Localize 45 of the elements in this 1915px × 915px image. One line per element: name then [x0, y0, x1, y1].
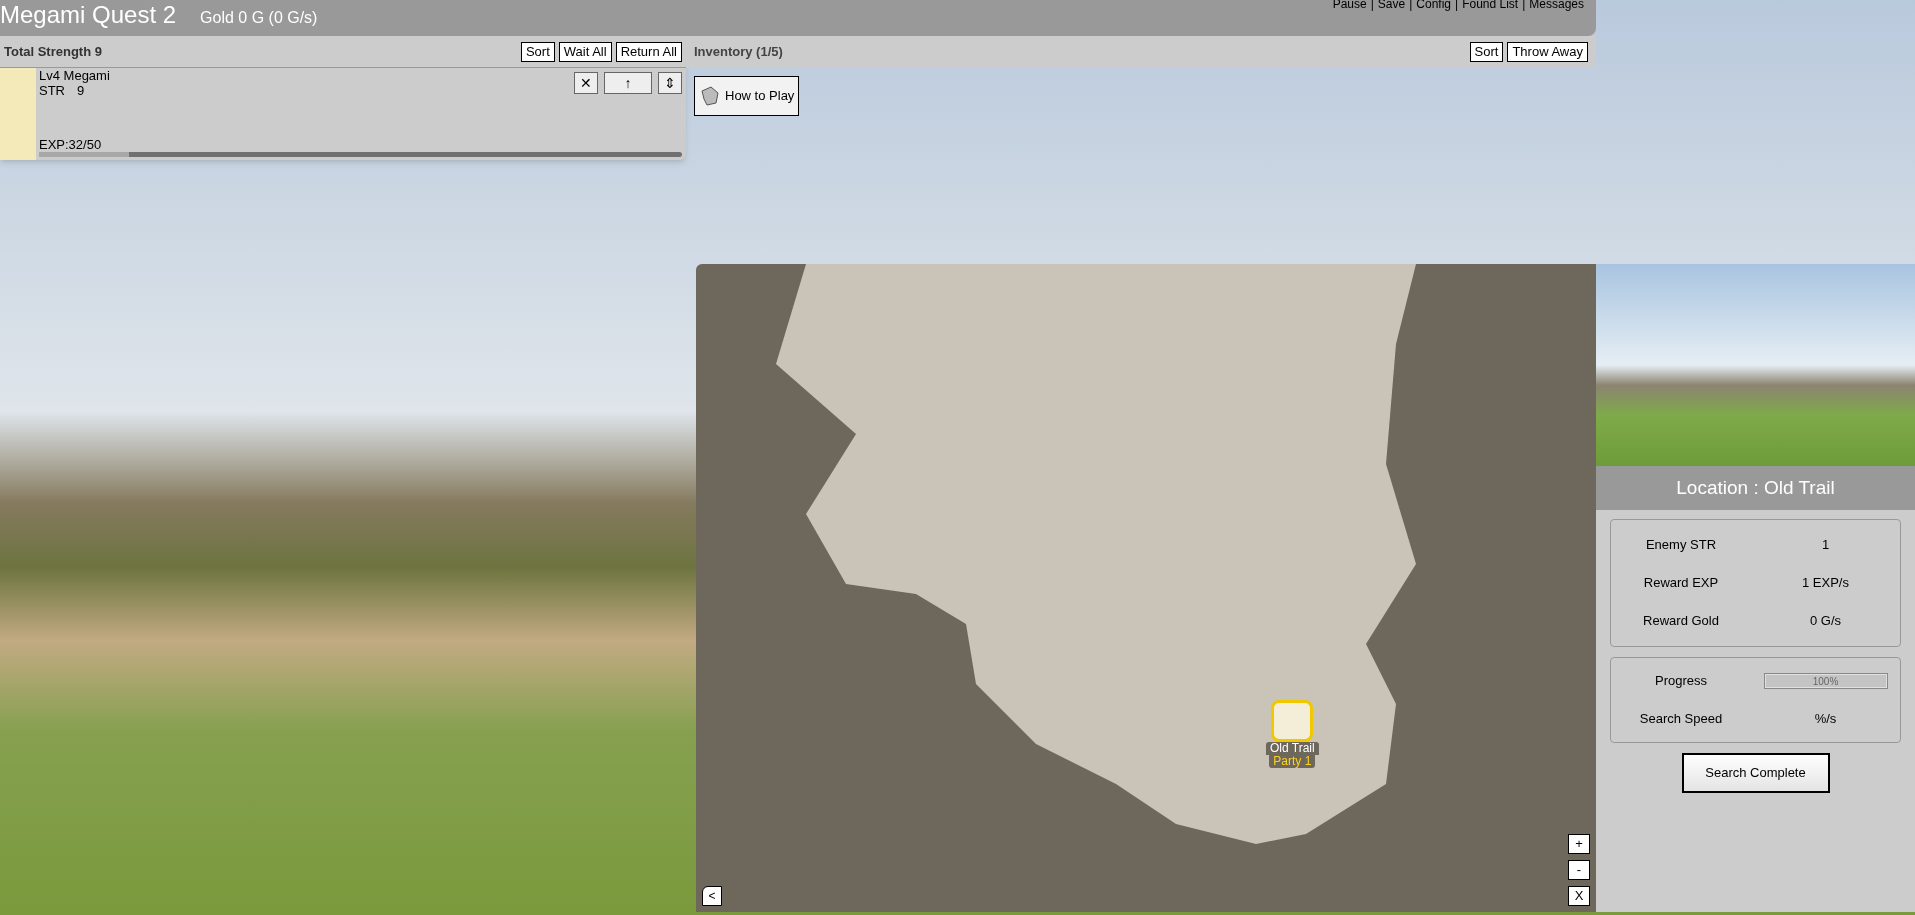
stat-name: Reward Gold [1642, 612, 1720, 631]
stat-name: Reward EXP [1642, 574, 1720, 593]
menu-link[interactable]: Found List [1462, 0, 1519, 10]
inventory-title: Inventory (1/5) [694, 43, 783, 62]
stat-reading: 1 [1820, 536, 1831, 555]
map-back-button[interactable]: < [702, 886, 722, 906]
exp-text: EXP:32/50 [39, 137, 103, 152]
party-marker-icon[interactable] [1271, 700, 1314, 742]
progress-reading: 100% [1811, 674, 1840, 688]
game-title: Megami Quest 2 [0, 0, 177, 30]
money-counter: Gold 0 G (0 G/s) [200, 8, 318, 28]
stat-reading: 1 EXP/s [1801, 574, 1850, 593]
stat-reading: 0 G/s [1808, 612, 1843, 631]
party-title: Total Strength 9 [4, 42, 102, 61]
inventory-button[interactable]: Throw Away [1507, 42, 1588, 62]
character-name: Lv4 Megami [39, 68, 110, 83]
menu-link[interactable]: Save [1377, 0, 1406, 10]
marker-party-label: Party 1 [1269, 755, 1316, 768]
speed-reading: %/s [1813, 710, 1838, 729]
menu-separator: | [1409, 0, 1413, 10]
search-complete-button[interactable]: Search Complete [1681, 753, 1830, 793]
inventory-button[interactable]: Sort [1469, 42, 1504, 62]
marker-label: Old Trail [1266, 742, 1319, 755]
member-control-button[interactable]: ✕ [574, 72, 598, 94]
menu-link[interactable]: Messages [1529, 0, 1584, 10]
party-button[interactable]: Wait All [558, 41, 612, 62]
map-control-button[interactable]: X [1568, 886, 1590, 906]
stat-value: 9 [77, 83, 85, 98]
menu-separator: | [1522, 0, 1526, 10]
member-control-button[interactable]: ⇕ [658, 72, 682, 94]
stat-name: Enemy STR [1644, 536, 1718, 555]
map-control-button[interactable]: + [1568, 834, 1590, 854]
stat-label: STR [39, 83, 65, 98]
menu-link[interactable]: Pause [1332, 0, 1367, 10]
member-control-button[interactable]: ↑ [604, 72, 652, 94]
location-title: Location : Old Trail [1676, 475, 1835, 500]
menu-separator: | [1455, 0, 1459, 10]
inventory-item[interactable]: How to Play [694, 76, 800, 116]
party-button[interactable]: Sort [520, 41, 555, 62]
menu-separator: | [1370, 0, 1374, 10]
party-button[interactable]: Return All [615, 41, 682, 62]
menu-link[interactable]: Config [1416, 0, 1451, 10]
progress-label: Progress [1654, 672, 1708, 691]
map-control-button[interactable]: - [1568, 860, 1590, 880]
speed-label: Search Speed [1638, 710, 1724, 729]
